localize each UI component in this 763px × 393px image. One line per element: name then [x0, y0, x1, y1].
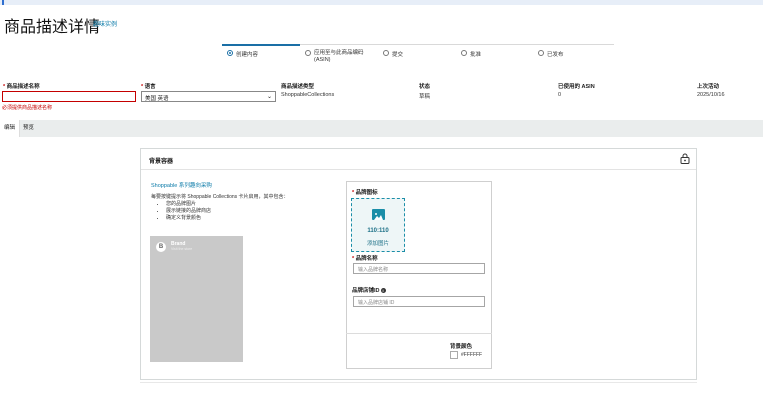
- step-apply-asin[interactable]: 应用至与此商品编码 (ASIN): [305, 50, 365, 64]
- image-icon: [372, 209, 385, 220]
- page-title: 商品描述详情: [4, 19, 101, 36]
- name-error-message: 必须提供商品描述名称: [2, 105, 53, 111]
- example-link[interactable]: 趣味实例: [93, 19, 117, 28]
- lock-icon[interactable]: [680, 153, 690, 164]
- card-description: 每要按键提示将 Shoppable Collections 卡片启用，其中包含：: [151, 194, 289, 200]
- step-label: 创建内容: [236, 52, 259, 58]
- step-published[interactable]: 已发布: [538, 50, 564, 58]
- status-label: 状态: [419, 84, 431, 90]
- type-value: ShoppableCollections: [281, 92, 335, 98]
- card-header: 背景容器: [141, 149, 696, 170]
- progress-stepper: 创建内容 应用至与此商品编码 (ASIN) 提交 批准 已发布: [222, 44, 614, 64]
- brand-logo-placeholder: B: [156, 242, 166, 252]
- list-item: 确定义背景颜色: [166, 214, 211, 221]
- step-radio-icon: [227, 50, 233, 56]
- last-updated-label: 上次活动: [697, 84, 720, 90]
- step-label: 批准: [470, 52, 482, 58]
- brand-logo-label: * 品牌图标: [352, 190, 378, 196]
- brand-name-input[interactable]: 输入品牌名称: [353, 263, 485, 274]
- last-updated-value: 2025/10/16: [697, 92, 725, 98]
- logo-upload-dropzone[interactable]: 110:110 添加图片: [351, 198, 405, 252]
- background-color-swatch[interactable]: [450, 351, 458, 359]
- step-radio-icon: [538, 50, 544, 56]
- step-submit[interactable]: 提交: [383, 50, 403, 58]
- logo-size-text: 110:110: [367, 228, 389, 234]
- language-label: * 语言: [141, 84, 156, 90]
- collection-preview-image: B Brand Visit the store: [150, 236, 243, 362]
- tab-preview[interactable]: 预览: [19, 120, 38, 137]
- step-radio-icon: [305, 50, 311, 56]
- status-value: 草稿: [419, 94, 431, 100]
- step-label: 应用至与此商品编码 (ASIN): [314, 50, 364, 63]
- brand-name-label: * 品牌名称: [352, 256, 378, 262]
- language-select[interactable]: 美国 英语 ⌄: [141, 91, 276, 102]
- feature-list: 您的品牌图片 展示链接的品牌商店 确定义背景颜色: [160, 200, 211, 221]
- store-id-label: 品牌店铺ID i: [352, 288, 386, 294]
- card-title: 背景容器: [149, 159, 174, 165]
- store-id-input[interactable]: 输入品牌店铺 ID: [353, 296, 485, 307]
- name-label: * 商品描述名称: [3, 84, 40, 90]
- tab-bar: [0, 120, 763, 137]
- chevron-down-icon: ⌄: [266, 94, 272, 100]
- step-radio-icon: [383, 50, 389, 56]
- list-item: 展示链接的品牌商店: [166, 207, 211, 214]
- asin-count-label: 已使用的 ASIN: [558, 84, 595, 90]
- background-color-value[interactable]: #FFFFFF: [461, 352, 482, 358]
- preview-store-text: Visit the store: [171, 247, 193, 251]
- type-label: 商品描述类型: [281, 84, 315, 90]
- description-name-input[interactable]: [2, 91, 136, 102]
- language-selected-value: 美国 英语: [145, 96, 169, 102]
- card-bottom-divider: [140, 382, 697, 386]
- top-strip: [0, 0, 763, 5]
- collection-guide-link[interactable]: Shoppable 系列趣向采购: [151, 181, 212, 189]
- panel-divider: [346, 333, 492, 334]
- stepper-active-track: [222, 44, 300, 46]
- background-color-label: 背景颜色: [450, 344, 473, 350]
- asin-count-value: 0: [558, 92, 562, 98]
- step-label: 已发布: [547, 52, 564, 58]
- step-create-content[interactable]: 创建内容: [227, 50, 258, 58]
- step-label: 提交: [392, 52, 404, 58]
- step-radio-icon: [461, 50, 467, 56]
- list-item: 您的品牌图片: [166, 200, 211, 207]
- step-approve[interactable]: 批准: [461, 50, 481, 58]
- add-image-text: 添加图片: [366, 241, 389, 247]
- info-icon[interactable]: i: [380, 288, 386, 294]
- tab-edit[interactable]: 编辑: [0, 120, 21, 137]
- top-strip-marker: [2, 0, 4, 5]
